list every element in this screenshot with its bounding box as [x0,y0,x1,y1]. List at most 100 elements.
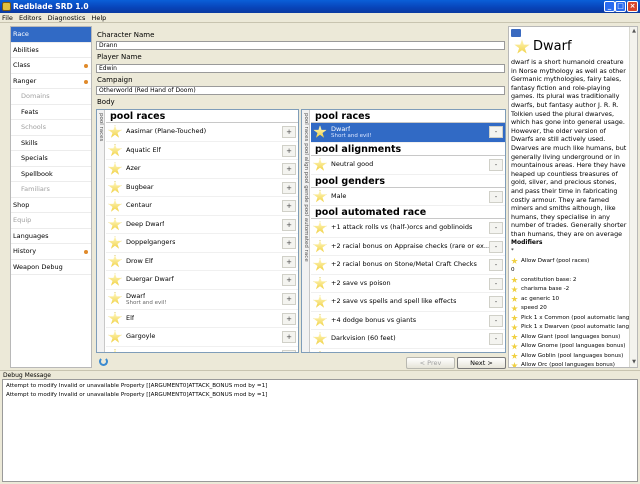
menu-file[interactable]: File [2,13,13,23]
nav-item-label: Schools [21,123,46,131]
remove-button[interactable]: - [489,351,503,352]
debug-log[interactable]: Attempt to modify Invalid or unavailable… [2,379,638,482]
modifier-text: Allow Orc (pool languages bonus) [521,362,615,367]
nav-item-schools[interactable]: Schools [11,120,91,136]
add-button[interactable]: + [282,218,296,231]
prev-button[interactable]: < Prev [406,357,455,369]
list-item[interactable]: Dwarf Short and evil! - [311,123,505,143]
nav-item-familiars[interactable]: Familiars [11,182,91,198]
list-item[interactable]: Aquatic Elf + [106,142,298,160]
remove-button[interactable]: - [489,222,503,234]
list-item[interactable]: Centaur + [106,197,298,216]
section-heading: pool races [311,110,505,123]
selections-tab[interactable]: pool races pool align pool gende pool au… [302,110,310,352]
list-item[interactable]: Dwarf Short and evil! + [106,290,298,310]
list-item[interactable]: Deep Dwarf + [106,216,298,234]
list-item[interactable]: Darkvision (60 feet) - [311,330,505,349]
nav-item-skills[interactable]: Skills [11,136,91,151]
nav-item-weapon-debug[interactable]: Weapon Debug [11,260,91,275]
list-item[interactable]: +1 attack rolls vs (half-)orcs and gobli… [311,219,505,238]
detail-scrollbar[interactable]: ▲ ▼ [629,27,637,367]
scroll-up-icon[interactable]: ▲ [630,27,637,36]
remove-button[interactable]: - [489,333,503,345]
detail-title: Dwarf [533,39,572,54]
nav-item-specials[interactable]: Specials [11,151,91,167]
modifier-item: Pick 1 x Dwarven (pool automatic languag… [509,323,629,333]
remove-button[interactable]: - [489,314,503,327]
nav-item-domains[interactable]: Domains [11,89,91,105]
star-icon [108,254,122,268]
add-button[interactable]: + [282,163,296,175]
pool-races-tab[interactable]: pool races [97,110,105,352]
list-item[interactable]: +2 racial bonus on Appraise checks (rare… [311,238,505,256]
player-name-field[interactable]: Edwin [96,64,505,73]
scroll-down-icon[interactable]: ▼ [630,358,637,367]
list-item[interactable]: +4 dodge bonus vs giants - [311,312,505,330]
list-item[interactable]: Duergar Dwarf + [106,271,298,290]
item-name: Aasimar (Plane-Touched) [126,127,207,135]
debug-line: Attempt to modify Invalid or unavailable… [6,383,268,389]
nav-item-equip[interactable]: Equip [11,213,91,229]
list-item[interactable]: Aasimar (Plane-Touched) + [106,123,298,142]
add-button[interactable]: + [282,274,296,286]
close-button[interactable]: × [627,1,638,12]
add-button[interactable]: + [282,349,296,352]
list-item[interactable]: Doppelgangers + [106,234,298,253]
menu-editors[interactable]: Editors [19,13,42,23]
list-item[interactable]: Neutral good - [311,156,505,175]
nav-item-feats[interactable]: Feats [11,105,91,120]
nav-item-class[interactable]: Class [11,58,91,74]
list-item[interactable]: Drow Elf + [106,253,298,271]
list-item[interactable]: +2 save vs poison - [311,275,505,293]
nav-item-abilities[interactable]: Abilities [11,43,91,58]
remove-button[interactable]: - [489,126,503,138]
add-button[interactable]: + [282,292,296,305]
list-item[interactable]: Male - [311,188,505,206]
list-item[interactable]: +2 save vs spells and spell like effects… [311,293,505,312]
modifier-item: ac generic 10 [509,295,629,305]
item-name: Aquatic Elf [126,145,161,154]
menu-help[interactable]: Help [91,13,106,23]
remove-button[interactable]: - [489,159,503,171]
modifiers-label: Modifiers [511,239,543,246]
list-item[interactable]: Speed unaffected by armor or encumbrance… [311,349,505,352]
modifier-text: Pick 1 x Common (pool automatic language… [521,314,629,321]
list-item[interactable]: Azer + [106,160,298,179]
add-button[interactable]: + [282,144,296,157]
remove-button[interactable]: - [489,259,503,271]
list-item[interactable]: Bugbear + [106,179,298,197]
next-button[interactable]: Next > [457,357,506,369]
add-button[interactable]: + [282,255,296,268]
star-icon [108,273,122,286]
character-name-field[interactable]: Drann [96,41,505,50]
nav-item-label: Skills [21,138,38,147]
list-item[interactable]: +2 racial bonus on Stone/Metal Craft Che… [311,256,505,275]
minimize-button[interactable]: _ [604,1,615,12]
add-button[interactable]: + [282,312,296,325]
pool-races-heading: pool races [106,110,298,123]
remove-button[interactable]: - [489,190,503,203]
campaign-field[interactable]: Otherworld (Red Hand of Doom) [96,86,505,95]
nav-item-history[interactable]: History [11,244,91,260]
list-item[interactable]: Gargoyle + [106,328,298,347]
list-item[interactable]: Githyanki + [106,347,298,352]
remove-button[interactable]: - [489,240,503,253]
maximize-button[interactable]: □ [615,1,626,12]
refresh-icon[interactable] [99,357,108,366]
add-button[interactable]: + [282,237,296,249]
remove-button[interactable]: - [489,296,503,308]
menu-diagnostics[interactable]: Diagnostics [48,13,86,23]
nav-item-languages[interactable]: Languages [11,229,91,244]
remove-button[interactable]: - [489,277,503,290]
add-button[interactable]: + [282,331,296,343]
list-item[interactable]: Elf + [106,310,298,328]
modifier-text: Pick 1 x Dwarven (pool automatic languag… [521,324,629,330]
add-button[interactable]: + [282,181,296,194]
add-button[interactable]: + [282,200,296,212]
nav-item-shop[interactable]: Shop [11,198,91,213]
nav-item-spellbook[interactable]: Spellbook [11,167,91,182]
nav-item-ranger[interactable]: Ranger [11,74,91,89]
star-icon [108,125,122,138]
add-button[interactable]: + [282,126,296,138]
nav-item-race[interactable]: Race [11,27,91,43]
